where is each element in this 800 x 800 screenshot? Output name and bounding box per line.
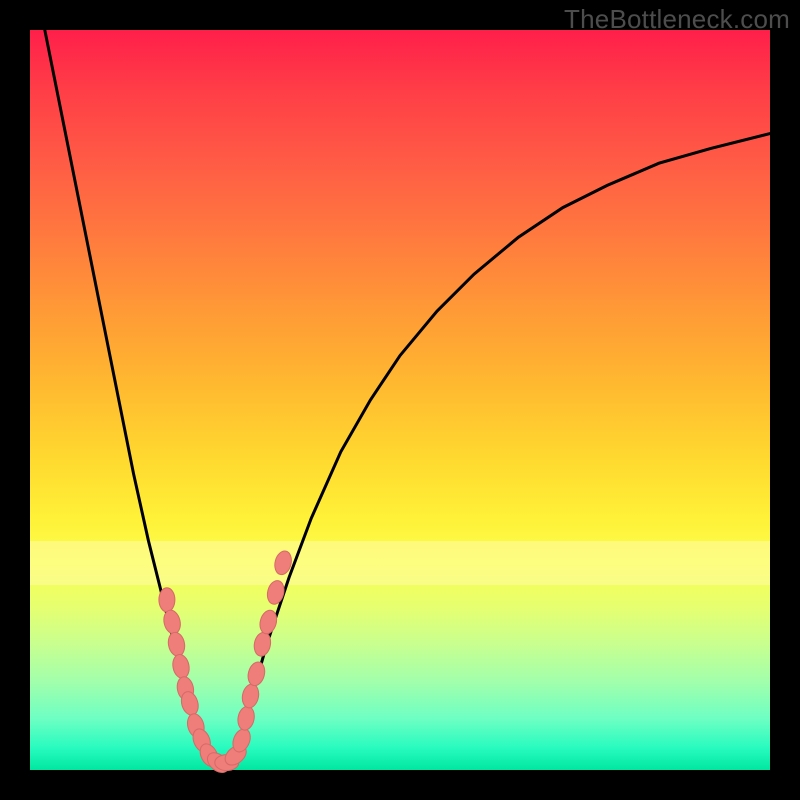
data-point xyxy=(162,608,183,635)
chart-plot-area xyxy=(30,30,770,770)
data-point xyxy=(236,705,256,732)
data-point xyxy=(159,588,175,612)
data-point xyxy=(166,631,186,658)
data-point xyxy=(240,683,260,710)
bottleneck-curve-right xyxy=(230,134,770,763)
data-point xyxy=(246,660,268,687)
bottleneck-curve-left xyxy=(45,30,215,763)
outer-frame: TheBottleneck.com xyxy=(0,0,800,800)
data-point xyxy=(171,653,191,680)
curve-group xyxy=(45,30,770,763)
chart-svg xyxy=(30,30,770,770)
data-point xyxy=(265,579,286,606)
data-points-group xyxy=(159,549,294,776)
